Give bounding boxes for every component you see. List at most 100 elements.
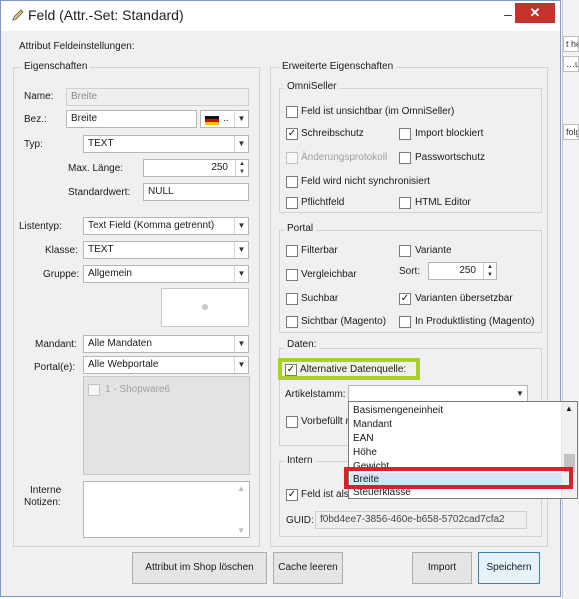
bez-field[interactable]: Breite (66, 110, 197, 128)
chevron-down-icon: ▼ (234, 136, 248, 152)
variante-label: Variante (415, 245, 452, 256)
name-field: Breite (66, 88, 249, 106)
chevron-down-icon: ▼ (234, 266, 248, 282)
schreibschutz-checkbox[interactable]: ✓ (286, 128, 298, 140)
portal-label: Portal(e): (34, 362, 76, 373)
klasse-value: TEXT (88, 244, 114, 255)
mandant-select[interactable]: Alle Mandaten ▼ (83, 335, 249, 353)
dropdown-item[interactable]: Basismengeneinheit (353, 404, 443, 417)
portal-select[interactable]: Alle Webportale ▼ (83, 356, 249, 374)
vergleichbar-checkbox[interactable] (286, 269, 298, 281)
notizen-label-2: Notizen: (24, 497, 61, 508)
scroll-up-icon: ▲ (237, 484, 245, 493)
erweitert-legend: Erweiterte Eigenschaften (279, 61, 397, 73)
language-select[interactable]: .. ▼ (200, 110, 249, 128)
eigenschaften-legend: Eigenschaften (21, 61, 91, 73)
in-produktlisting-label: In Produktlisting (Magento) (415, 316, 535, 327)
feld-unsichtbar-label: Feld ist unsichtbar (im OmniSeller) (301, 106, 455, 117)
dropdown-item[interactable]: EAN (353, 432, 374, 445)
spin-arrows-icon[interactable]: ▲ ▼ (483, 263, 496, 279)
import-blockiert-label: Import blockiert (415, 128, 484, 139)
standardwert-label: Standardwert: (68, 187, 131, 198)
flag-de-icon (205, 115, 219, 125)
klasse-select[interactable]: TEXT ▼ (83, 241, 249, 259)
listentyp-select[interactable]: Text Field (Komma getrennt) ▼ (83, 217, 249, 235)
portal-legend: Portal (284, 223, 317, 235)
background-cell: folg (563, 124, 579, 140)
portal-value: Alle Webportale (88, 359, 159, 370)
in-produktlisting-checkbox[interactable] (399, 316, 411, 328)
chevron-down-icon: ▼ (513, 386, 527, 402)
alternative-datenquelle-label: Alternative Datenquelle: (300, 364, 407, 375)
close-button[interactable]: ✕ (515, 3, 555, 23)
close-icon: ✕ (529, 5, 541, 20)
speichern-button[interactable]: Speichern (478, 552, 540, 584)
varianten-uebersetzbar-label: Varianten übersetzbar (415, 293, 513, 304)
standardwert-field[interactable]: NULL (143, 183, 249, 201)
section-title: Attribut Feldeinstellungen: (19, 41, 135, 52)
background-cell: …usc (563, 56, 579, 72)
filterbar-checkbox[interactable] (286, 245, 298, 257)
import-button[interactable]: Import (412, 552, 472, 584)
filterbar-label: Filterbar (301, 245, 338, 256)
group-preview (161, 288, 249, 327)
nicht-synchronisiert-checkbox[interactable] (286, 176, 298, 188)
feld-ist-als-label: Feld ist als (301, 489, 349, 500)
listentyp-value: Text Field (Komma getrennt) (88, 220, 215, 231)
typ-select[interactable]: TEXT ▼ (83, 135, 249, 153)
klasse-label: Klasse: (45, 245, 78, 256)
max-laenge-label: Max. Länge: (68, 163, 124, 174)
daten-legend: Daten: (284, 339, 320, 351)
vorbefuellt-checkbox[interactable] (286, 416, 298, 428)
sichtbar-magento-checkbox[interactable] (286, 316, 298, 328)
chevron-down-icon: ▼ (234, 242, 248, 258)
passwortschutz-checkbox[interactable] (399, 152, 411, 164)
chevron-down-icon: ▼ (234, 357, 248, 373)
artikelstamm-label: Artikelstamm: (285, 389, 346, 400)
variante-checkbox[interactable] (399, 245, 411, 257)
delete-attribute-button[interactable]: Attribut im Shop löschen (132, 552, 267, 584)
varianten-uebersetzbar-checkbox[interactable]: ✓ (399, 293, 411, 305)
html-editor-label: HTML Editor (415, 197, 471, 208)
feld-unsichtbar-checkbox[interactable] (286, 106, 298, 118)
alternative-datenquelle-checkbox[interactable]: ✓ (285, 364, 297, 376)
suchbar-checkbox[interactable] (286, 293, 298, 305)
background-cell: t he (563, 36, 579, 52)
portal-list[interactable]: 1 - Shopware6 (83, 376, 250, 475)
sort-stepper[interactable]: 250 ▲ ▼ (428, 262, 497, 280)
listentyp-label: Listentyp: (19, 221, 62, 232)
chevron-up-icon[interactable]: ▲ (565, 404, 573, 413)
guid-label: GUID: (286, 515, 314, 526)
sichtbar-magento-label: Sichtbar (Magento) (301, 316, 387, 327)
chevron-down-icon: ▼ (234, 218, 248, 234)
aenderungsprotokoll-checkbox (286, 152, 298, 164)
guid-field: f0bd4ee7-3856-460e-b658-5702cad7cfa2 (315, 511, 527, 529)
notes-textarea[interactable]: ▲ ▼ (83, 481, 250, 538)
mandant-label: Mandant: (35, 339, 77, 350)
pencil-icon (11, 8, 25, 22)
gruppe-select[interactable]: Allgemein ▼ (83, 265, 249, 283)
nicht-synchronisiert-label: Feld wird nicht synchronisiert (301, 176, 430, 187)
gruppe-value: Allgemein (88, 268, 132, 279)
intern-legend: Intern (284, 455, 316, 467)
feld-ist-als-checkbox[interactable]: ✓ (286, 489, 298, 501)
portal-item-label: 1 - Shopware6 (105, 384, 171, 395)
chevron-down-icon: ▼ (234, 336, 248, 352)
highlight-red (344, 467, 573, 489)
dropdown-item[interactable]: Mandant (353, 418, 392, 431)
pflichtfeld-checkbox[interactable] (286, 197, 298, 209)
html-editor-checkbox[interactable] (399, 197, 411, 209)
window-title: Feld (Attr.-Set: Standard) (28, 7, 184, 23)
chevron-down-icon: ▼ (234, 111, 248, 127)
dropdown-item[interactable]: Höhe (353, 446, 377, 459)
spin-arrows-icon[interactable]: ▲ ▼ (235, 160, 248, 176)
gruppe-label: Gruppe: (43, 269, 80, 280)
cache-leeren-button[interactable]: Cache leeren (273, 552, 343, 584)
import-blockiert-checkbox[interactable] (399, 128, 411, 140)
max-laenge-stepper[interactable]: 250 ▲ ▼ (143, 159, 249, 177)
typ-label: Typ: (24, 139, 43, 150)
portal-item-checkbox (88, 384, 100, 396)
bez-label: Bez.: (24, 114, 47, 125)
background-window (562, 0, 579, 599)
vorbefuellt-label: Vorbefüllt m (301, 416, 354, 427)
